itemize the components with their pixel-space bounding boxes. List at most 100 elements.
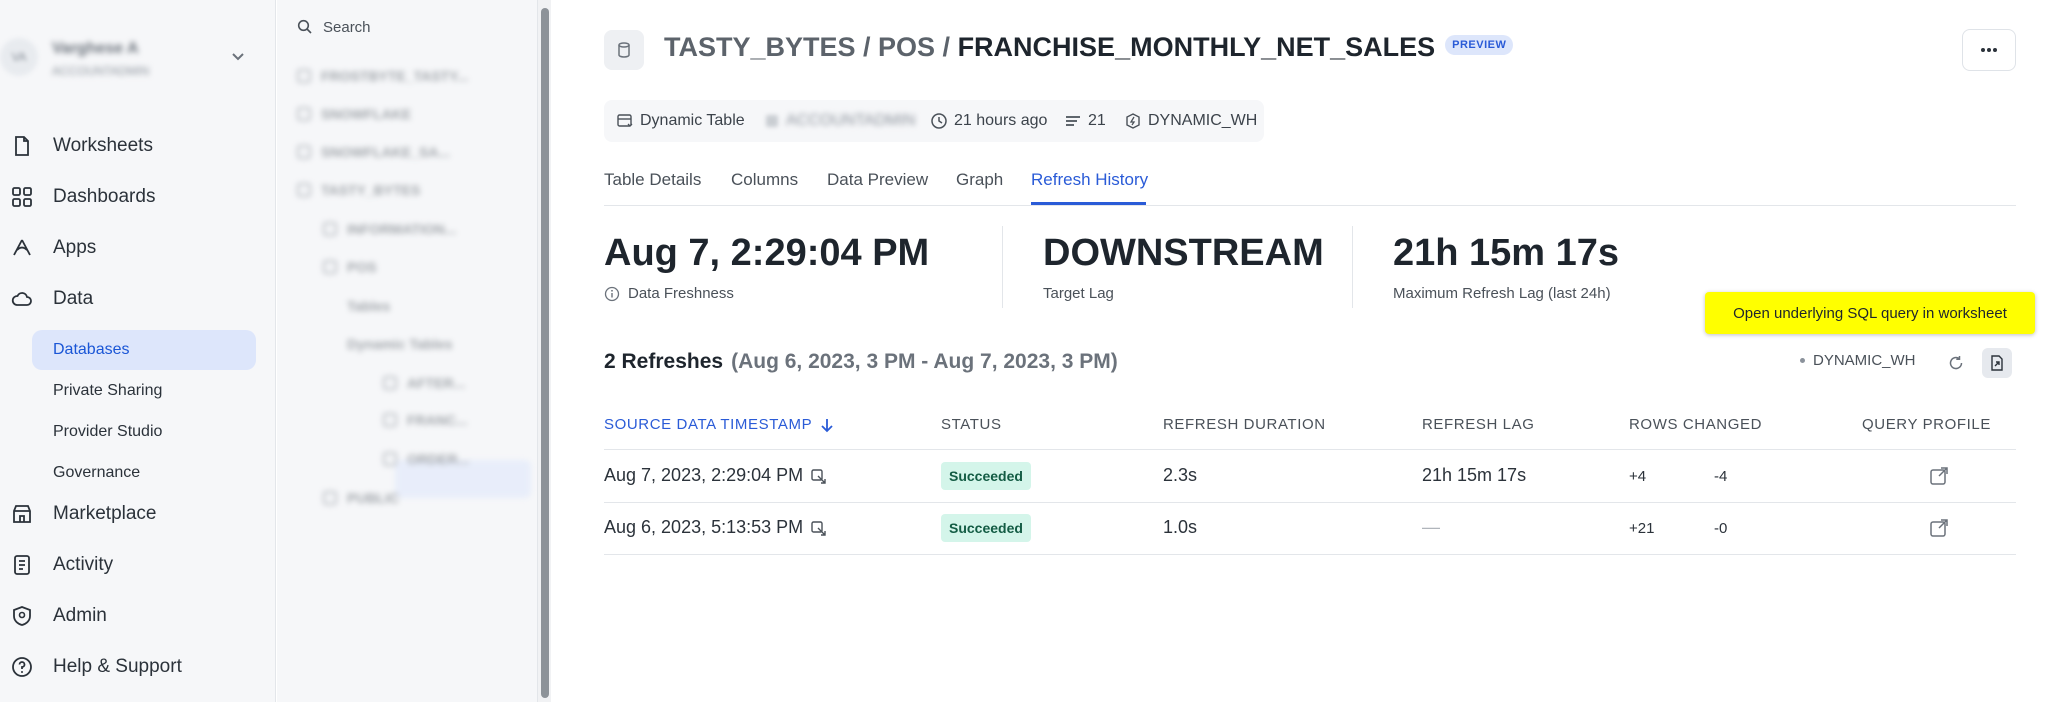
table-name: FRANCHISE_MONTHLY_NET_SALES xyxy=(957,32,1436,62)
sync-icon xyxy=(811,468,826,484)
nav-label: Worksheets xyxy=(53,135,153,156)
scrollbar-thumb[interactable] xyxy=(541,8,549,698)
column-header-duration[interactable]: REFRESH DURATION xyxy=(1163,416,1326,433)
stat-value: 21h 15m 17s xyxy=(1393,232,1620,274)
meta-owner: ACCOUNTADMIN xyxy=(764,100,915,142)
nav-label: Admin xyxy=(53,605,107,626)
nav-label: Apps xyxy=(53,237,97,258)
activity-icon xyxy=(14,555,30,575)
search-label: Search xyxy=(323,18,371,36)
nav-private-sharing[interactable]: Private Sharing xyxy=(32,371,256,411)
nav-dashboards[interactable]: Dashboards xyxy=(0,177,276,217)
meta-updated-label: 21 hours ago xyxy=(954,112,1048,129)
tree-node[interactable]: PUBLIC xyxy=(323,488,399,508)
nav-worksheets[interactable]: Worksheets xyxy=(0,126,276,166)
nav-sub-label: Databases xyxy=(53,341,130,358)
explorer-scrollbar[interactable] xyxy=(537,0,551,702)
tab-data-preview[interactable]: Data Preview xyxy=(827,170,928,190)
main-content: TASTY_BYTES / POS / FRANCHISE_MONTHLY_NE… xyxy=(552,0,2048,702)
more-options-button[interactable] xyxy=(1962,29,2016,71)
tree-node[interactable]: FRANC... xyxy=(383,410,468,430)
tree-node[interactable]: SNOWFLAKE xyxy=(297,104,411,124)
status-dot xyxy=(1800,358,1805,363)
stat-value: Aug 7, 2:29:04 PM xyxy=(604,232,930,274)
tree-node[interactable]: INFORMATION... xyxy=(323,219,456,239)
info-icon[interactable] xyxy=(604,286,620,302)
left-nav: VA Varghese A ACCOUNTADMIN Worksheets Da… xyxy=(0,0,276,702)
nav-governance[interactable]: Governance xyxy=(32,453,256,493)
meta-updated: 21 hours ago xyxy=(930,100,1047,142)
refresh-count: 2 Refreshes xyxy=(604,350,724,373)
nav-label: Dashboards xyxy=(53,186,156,207)
tree-node[interactable]: Dynamic Tables xyxy=(347,334,453,354)
page-title: TASTY_BYTES / POS / FRANCHISE_MONTHLY_NE… xyxy=(664,32,1514,63)
cell-lag: 21h 15m 17s xyxy=(1422,465,1527,485)
tree-node[interactable]: SNOWFLAKE_SA... xyxy=(297,142,450,162)
open-in-worksheet-button[interactable] xyxy=(1982,348,2012,378)
chevron-down-icon[interactable] xyxy=(228,46,248,66)
stat-caption: Data Freshness xyxy=(604,285,929,302)
stat-caption-text: Data Freshness xyxy=(628,285,734,302)
nav-provider-studio[interactable]: Provider Studio xyxy=(32,412,256,452)
cell-rows-added: +21 xyxy=(1629,520,1655,537)
nav-help-support[interactable]: Help & Support xyxy=(0,647,276,687)
nav-apps[interactable]: Apps xyxy=(0,228,276,268)
external-link-icon[interactable] xyxy=(1928,517,1950,539)
explorer-search[interactable]: Search xyxy=(297,14,371,40)
nav-data[interactable]: Data xyxy=(0,279,276,319)
nav-sub-label: Private Sharing xyxy=(53,382,163,399)
tree-node[interactable]: POS xyxy=(323,257,377,277)
column-header-status[interactable]: STATUS xyxy=(941,416,1002,433)
column-header-rows-changed[interactable]: ROWS CHANGED xyxy=(1629,416,1762,433)
meta-owner-label: ACCOUNTADMIN xyxy=(786,112,916,129)
account-name: Varghese A xyxy=(52,40,139,57)
tree-node[interactable]: FROSTBYTE_TASTY... xyxy=(297,66,469,86)
nav-admin[interactable]: Admin xyxy=(0,596,276,636)
tree-node[interactable]: ORDER... xyxy=(383,449,469,469)
column-header-query-profile[interactable]: QUERY PROFILE xyxy=(1862,416,1991,433)
stat-value: DOWNSTREAM xyxy=(1043,232,1324,274)
table-row[interactable]: Aug 6, 2023, 5:13:53 PM Succeeded 1.0s —… xyxy=(604,503,2016,555)
tree-node[interactable]: AFTER... xyxy=(383,373,465,393)
nav-label: Activity xyxy=(53,554,114,575)
document-icon xyxy=(15,136,29,156)
arrow-down-icon xyxy=(821,418,833,432)
refresh-icon xyxy=(1949,356,1963,370)
active-tab-indicator xyxy=(1031,202,1146,205)
column-header-lag[interactable]: REFRESH LAG xyxy=(1422,416,1534,433)
cloud-icon xyxy=(11,292,32,306)
tree-node[interactable]: TASTY_BYTES xyxy=(297,180,420,200)
refreshes-header: 2 Refreshes (Aug 6, 2023, 3 PM - Aug 7, 2… xyxy=(604,350,1118,374)
account-switcher[interactable]: VA Varghese A ACCOUNTADMIN xyxy=(0,26,276,90)
refresh-button[interactable] xyxy=(1941,348,1971,378)
tree-node[interactable]: Tables xyxy=(347,296,390,316)
stat-max-refresh-lag: 21h 15m 17s Maximum Refresh Lag (last 24… xyxy=(1393,232,1619,302)
clock-icon xyxy=(931,113,947,129)
status-badge: Succeeded xyxy=(941,514,1031,542)
tab-graph[interactable]: Graph xyxy=(956,170,1003,190)
search-icon xyxy=(297,19,312,34)
nav-databases[interactable]: Databases xyxy=(32,330,256,370)
rows-icon xyxy=(1066,116,1080,126)
open-worksheet-icon xyxy=(1991,355,2003,371)
table-header: SOURCE DATA TIMESTAMP STATUS REFRESH DUR… xyxy=(604,408,2016,450)
nav-activity[interactable]: Activity xyxy=(0,545,276,585)
metadata-bar: Dynamic Table ACCOUNTADMIN 21 hours ago … xyxy=(604,100,1264,142)
refresh-range: (Aug 6, 2023, 3 PM - Aug 7, 2023, 3 PM) xyxy=(731,350,1118,373)
cell-rows-added: +4 xyxy=(1629,468,1647,485)
nav-marketplace[interactable]: Marketplace xyxy=(0,494,276,534)
warehouse-label: DYNAMIC_WH xyxy=(1813,352,1916,369)
column-header-timestamp[interactable]: SOURCE DATA TIMESTAMP xyxy=(604,416,834,433)
tooltip: Open underlying SQL query in worksheet xyxy=(1705,292,2035,334)
preview-badge: PREVIEW xyxy=(1445,34,1514,55)
external-link-icon[interactable] xyxy=(1928,465,1950,487)
tab-columns[interactable]: Columns xyxy=(731,170,798,190)
grid-icon xyxy=(12,187,32,207)
breadcrumb[interactable]: TASTY_BYTES / POS / xyxy=(664,32,958,62)
table-row[interactable]: Aug 7, 2023, 2:29:04 PM Succeeded 2.3s 2… xyxy=(604,451,2016,503)
tab-refresh-history[interactable]: Refresh History xyxy=(1031,170,1148,190)
tab-table-details[interactable]: Table Details xyxy=(604,170,701,190)
cell-timestamp: Aug 6, 2023, 5:13:53 PM xyxy=(604,517,827,538)
nav-label: Marketplace xyxy=(53,503,157,524)
warehouse-icon xyxy=(1126,113,1140,129)
